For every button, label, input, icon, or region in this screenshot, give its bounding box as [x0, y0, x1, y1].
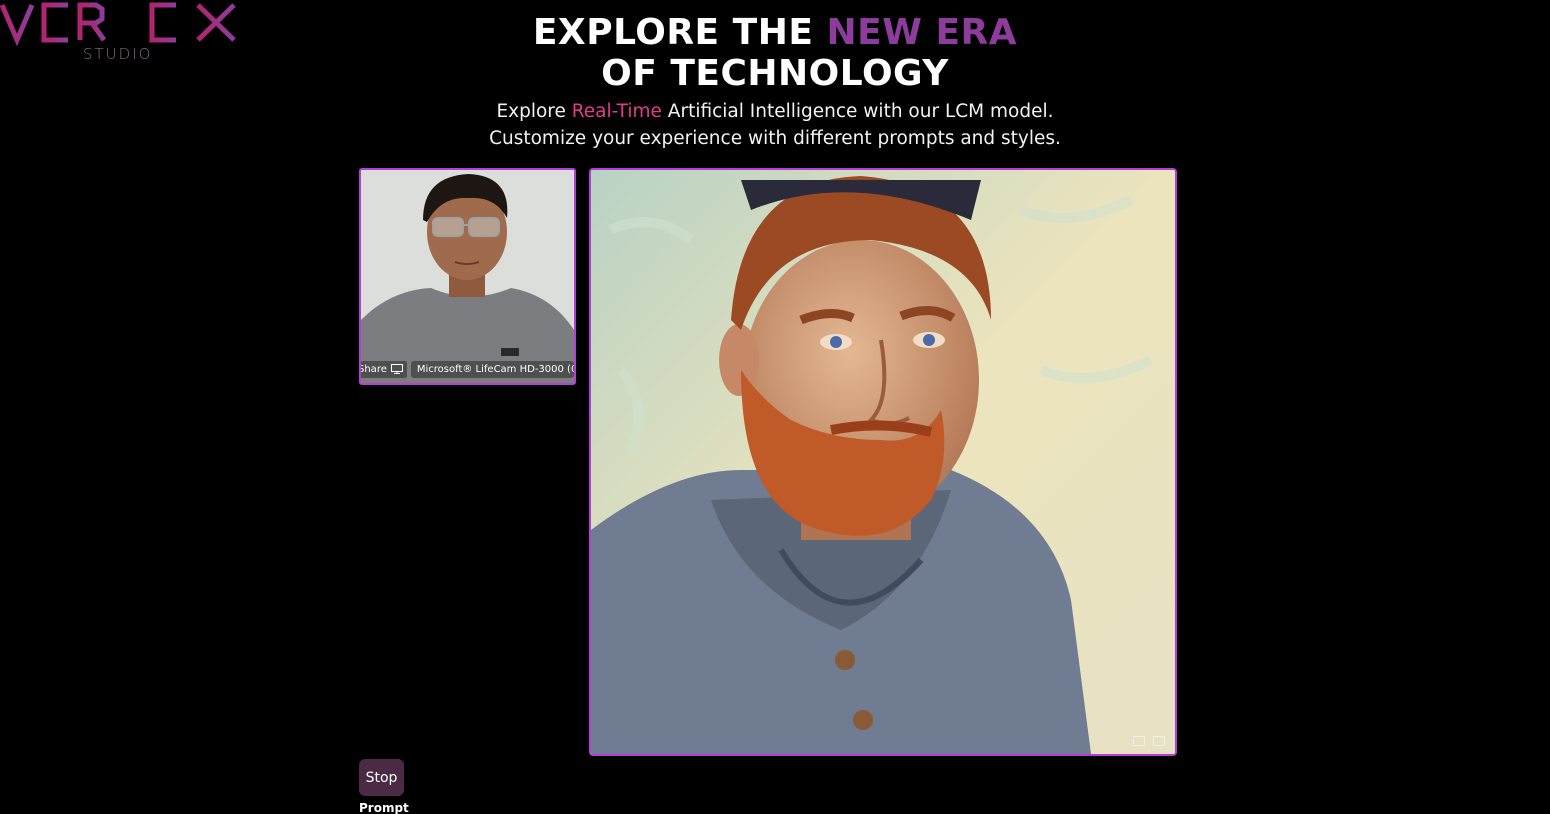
fullscreen-icon[interactable]	[1133, 736, 1145, 746]
subtitle-pre: Explore	[496, 101, 572, 122]
share-label: Share	[359, 363, 387, 375]
webcam-controls: Share Microsoft® LifeCam HD-3000 (045e	[361, 358, 574, 380]
generated-portrait-image	[591, 170, 1175, 754]
camera-device-select[interactable]: Microsoft® LifeCam HD-3000 (045e	[410, 360, 574, 378]
stop-button[interactable]: Stop	[359, 759, 404, 796]
monitor-icon	[390, 364, 403, 374]
share-button[interactable]: Share	[359, 360, 407, 378]
save-icon[interactable]	[1153, 736, 1165, 746]
webcam-panel[interactable]: Share Microsoft® LifeCam HD-3000 (045e	[359, 168, 576, 385]
output-actions	[1133, 736, 1165, 746]
page-subtitle: Explore Real-Time Artificial Intelligenc…	[0, 98, 1550, 152]
page-title: EXPLORE THE NEW ERA OF TECHNOLOGY	[0, 12, 1550, 94]
webcam-feed-image	[361, 170, 574, 383]
subtitle-line2: Customize your experience with different…	[489, 128, 1061, 149]
title-accent: NEW ERA	[826, 12, 1018, 53]
subtitle-post: Artificial Intelligence with our LCM mod…	[661, 101, 1054, 122]
subtitle-highlight: Real-Time	[571, 101, 662, 122]
title-line2: OF TECHNOLOGY	[601, 53, 949, 94]
hero-section: EXPLORE THE NEW ERA OF TECHNOLOGY Explor…	[0, 12, 1550, 152]
title-line1: EXPLORE THE	[532, 12, 827, 53]
generated-image-panel	[589, 168, 1177, 756]
prompt-label: Prompt	[359, 801, 409, 814]
app-page: STUDIO EXPLORE THE NEW ERA OF TECHNOLOGY…	[0, 0, 1550, 814]
